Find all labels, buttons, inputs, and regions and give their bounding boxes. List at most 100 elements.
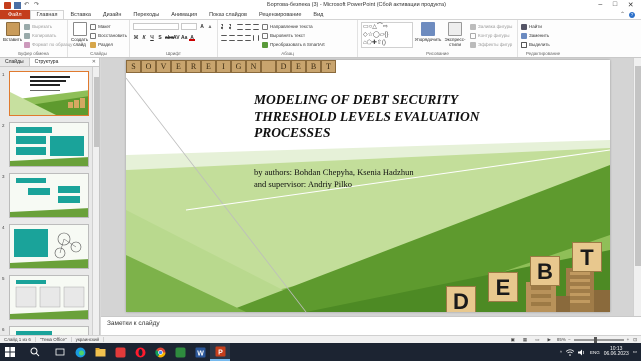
numbering-icon[interactable] <box>229 23 235 30</box>
tab-review[interactable]: Рецензирование <box>253 10 307 19</box>
reading-view-icon[interactable]: ▭ <box>531 337 543 343</box>
notes-pane[interactable]: Заметки к слайду <box>101 316 641 335</box>
minimize-ribbon-icon[interactable]: ⌃ <box>620 11 625 18</box>
grow-font-icon[interactable]: A <box>199 24 205 30</box>
slide-thumbnail-1[interactable]: 1 <box>0 71 92 117</box>
strikethrough-icon[interactable]: abc <box>165 35 174 41</box>
quick-styles-button[interactable]: Экспресс-стили <box>443 22 467 50</box>
wifi-icon[interactable] <box>565 348 574 356</box>
copy-button[interactable]: Копировать <box>24 31 72 40</box>
taskbar-explorer[interactable] <box>90 343 110 361</box>
find-button[interactable]: Найти <box>521 22 565 31</box>
slide-thumbnail-2[interactable]: 2 <box>0 122 92 168</box>
taskbar-search-button[interactable] <box>20 343 50 361</box>
save-icon[interactable] <box>14 1 21 9</box>
reset-button[interactable]: Восстановить <box>90 31 127 40</box>
taskbar-powerpoint[interactable]: P <box>210 343 230 361</box>
slide-thumbnail-3[interactable]: 3 <box>0 173 92 219</box>
shape-fill-button[interactable]: Заливка фигуры <box>470 22 512 31</box>
section-button[interactable]: Раздел <box>90 40 127 49</box>
shadow-icon[interactable]: S <box>157 35 163 41</box>
tray-chevron-icon[interactable]: ^ <box>560 350 562 355</box>
scrollbar-thumb[interactable] <box>94 77 99 147</box>
slide-title[interactable]: MODELING OF DEBT SECURITY THRESHOLD LEVE… <box>254 92 534 142</box>
align-left-icon[interactable] <box>221 34 227 41</box>
taskbar-opera[interactable] <box>130 343 150 361</box>
shape-outline-button[interactable]: Контур фигуры <box>470 31 512 40</box>
spacing-icon[interactable]: AV <box>173 35 180 41</box>
editor-scrollbar-thumb[interactable] <box>635 66 641 266</box>
format-painter-button[interactable]: Формат по образцу <box>24 40 72 49</box>
tab-insert[interactable]: Вставка <box>64 10 96 19</box>
tab-design[interactable]: Дизайн <box>97 10 128 19</box>
decrease-indent-icon[interactable] <box>237 23 243 30</box>
fit-to-window-icon[interactable]: ⊡ <box>629 337 641 343</box>
notifications-icon[interactable]: ▭ <box>633 349 637 355</box>
italic-icon[interactable]: К <box>141 35 147 41</box>
paste-button[interactable]: Вставить <box>3 22 22 50</box>
minimize-button[interactable]: – <box>598 1 602 9</box>
font-name-dropdown[interactable] <box>133 23 179 30</box>
taskbar-word[interactable]: W <box>190 343 210 361</box>
tab-outline[interactable]: Структура <box>30 58 64 66</box>
help-icon[interactable]: ? <box>629 11 635 18</box>
tab-file[interactable]: Файл <box>0 10 30 19</box>
redo-icon[interactable]: ↷ <box>34 2 41 9</box>
slide-canvas[interactable]: S O V E R E I G N D E B T MODELING OF DE… <box>126 60 610 312</box>
normal-view-icon[interactable]: ▣ <box>507 337 519 343</box>
font-size-dropdown[interactable] <box>181 23 197 30</box>
volume-icon[interactable] <box>577 349 586 356</box>
convert-smartart-button[interactable]: Преобразовать в SmartArt <box>262 40 325 49</box>
zoom-slider-knob[interactable] <box>593 336 597 343</box>
slide-subtitle[interactable]: by authors: Bohdan Chepyha, Ksenia Hadzh… <box>254 167 514 190</box>
line-spacing-icon[interactable] <box>253 23 259 30</box>
arrange-button[interactable]: Упорядочить <box>415 22 441 50</box>
cut-button[interactable]: Вырезать <box>24 22 72 31</box>
slide-thumbnail-4[interactable]: 4 <box>0 224 92 270</box>
layout-button[interactable]: Макет <box>90 22 127 31</box>
tab-slideshow[interactable]: Показ слайдов <box>203 10 253 19</box>
tab-view[interactable]: Вид <box>307 10 329 19</box>
shape-effects-button[interactable]: Эффекты фигур <box>470 40 512 49</box>
shrink-font-icon[interactable]: A <box>207 24 213 30</box>
new-slide-button[interactable]: Создать слайд <box>71 22 88 50</box>
font-color-icon[interactable]: A <box>189 35 195 41</box>
slide-thumbnail-6[interactable]: 6 <box>0 326 92 335</box>
justify-icon[interactable] <box>245 34 251 41</box>
slideshow-icon[interactable]: ▶ <box>543 337 554 343</box>
taskbar-clock[interactable]: 10:13 06.06.2023 <box>604 346 629 358</box>
language-indicator[interactable]: украинский <box>72 337 105 342</box>
tab-home[interactable]: Главная <box>29 10 65 19</box>
bullets-icon[interactable] <box>221 23 227 30</box>
slide-sorter-icon[interactable]: ▦ <box>519 337 531 343</box>
change-case-icon[interactable]: Aa <box>181 35 187 41</box>
align-text-button[interactable]: Выровнять текст <box>262 31 325 40</box>
zoom-slider[interactable] <box>573 336 624 343</box>
start-button[interactable] <box>0 343 20 361</box>
task-view-button[interactable] <box>50 343 70 361</box>
select-button[interactable]: Выделить <box>521 40 565 49</box>
zoom-out-icon[interactable]: − <box>568 337 571 342</box>
text-direction-button[interactable]: Направление текста <box>262 22 325 31</box>
undo-icon[interactable]: ↶ <box>24 2 31 9</box>
align-right-icon[interactable] <box>237 34 243 41</box>
taskbar-app-red[interactable] <box>110 343 130 361</box>
taskbar-chrome[interactable] <box>150 343 170 361</box>
increase-indent-icon[interactable] <box>245 23 251 30</box>
taskbar-app-green[interactable] <box>170 343 190 361</box>
shapes-gallery[interactable]: ▭○△⌒⇨ ◇☆◯▱{} ⌂⬠✚⇧() <box>361 22 413 48</box>
zoom-level[interactable]: 85% <box>555 337 568 342</box>
tab-transitions[interactable]: Переходы <box>127 10 165 19</box>
slides-panel-scrollbar[interactable] <box>92 67 99 335</box>
maximize-button[interactable]: □ <box>613 1 617 9</box>
align-center-icon[interactable] <box>229 34 235 41</box>
bold-icon[interactable]: Ж <box>133 35 139 41</box>
underline-icon[interactable]: Ч <box>149 35 155 41</box>
close-button[interactable]: ✕ <box>628 1 634 9</box>
editor-scrollbar[interactable] <box>633 58 641 316</box>
replace-button[interactable]: Заменить <box>521 31 565 40</box>
close-panel-icon[interactable]: ✕ <box>92 59 99 65</box>
input-language[interactable]: ENG <box>590 350 600 355</box>
slide-thumbnail-5[interactable]: 5 <box>0 275 92 321</box>
tab-animations[interactable]: Анимация <box>165 10 203 19</box>
